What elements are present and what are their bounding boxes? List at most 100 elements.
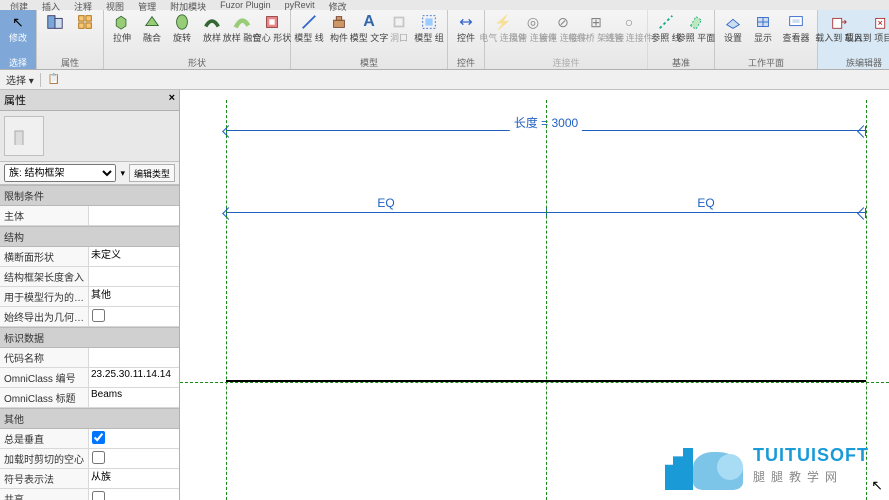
property-value[interactable]: [88, 368, 179, 387]
type-properties-button[interactable]: [71, 12, 99, 56]
component-icon: [329, 12, 349, 32]
dimension-eq-text[interactable]: EQ: [693, 196, 718, 210]
property-row: OmniClass 标题: [0, 388, 179, 408]
property-input[interactable]: [91, 268, 177, 279]
drawing-canvas[interactable]: 长度 = 3000 EQ EQ TUITUISOFT 腿腿教学网 ↖: [180, 90, 889, 500]
property-value[interactable]: [88, 469, 179, 488]
property-value[interactable]: [88, 388, 179, 407]
modify-button[interactable]: ↖ 修改: [4, 12, 32, 56]
tab-item[interactable]: pyRevit: [279, 0, 321, 10]
viewer-button[interactable]: 查看器: [779, 12, 813, 56]
close-icon[interactable]: ×: [169, 92, 175, 108]
pipe-icon: ⊘: [553, 12, 573, 32]
property-value[interactable]: [88, 307, 179, 326]
text-icon: A: [359, 12, 379, 32]
property-input[interactable]: [91, 389, 177, 400]
revolve-button[interactable]: 旋转: [168, 12, 196, 56]
conduit-icon: ○: [619, 12, 639, 32]
property-value[interactable]: [88, 429, 179, 448]
extrusion-icon: [112, 12, 132, 32]
property-name: 共享: [0, 489, 88, 500]
type-preview: [0, 111, 179, 161]
cable-icon: ⊞: [586, 12, 606, 32]
reference-plane[interactable]: [180, 382, 889, 383]
property-category[interactable]: 标识数据: [0, 327, 179, 348]
property-checkbox[interactable]: [92, 309, 105, 322]
property-name: OmniClass 编号: [0, 368, 88, 387]
family-select[interactable]: 族: 结构框架: [4, 164, 116, 182]
show-button[interactable]: 显示: [749, 12, 777, 56]
property-value[interactable]: [88, 247, 179, 266]
tab-item[interactable]: 视图: [100, 0, 130, 10]
model-text-button[interactable]: A模型 文字: [355, 12, 383, 56]
ref-plane-button[interactable]: 参照 平面: [682, 12, 710, 56]
reference-plane[interactable]: [546, 100, 547, 500]
group-label: 控件: [457, 56, 475, 70]
property-checkbox[interactable]: [92, 431, 105, 444]
properties-button[interactable]: [41, 12, 69, 56]
element-line[interactable]: [226, 380, 866, 382]
tab-item[interactable]: 修改: [323, 0, 353, 10]
clipboard-icon[interactable]: 📋: [47, 73, 61, 87]
property-input[interactable]: [91, 470, 177, 481]
ribbon-group-connectors: ⚡电气 连接件 ◎风管 连接件 ⊘管道 连接件 ⊞电缆桥 架连接 ○线管 连接件…: [485, 10, 648, 69]
ribbon-group-workplane: 设置 显示 查看器 工作平面: [715, 10, 818, 69]
property-name: 结构框架长度舍入: [0, 267, 88, 286]
revolve-icon: [172, 12, 192, 32]
property-value[interactable]: [88, 348, 179, 367]
property-checkbox[interactable]: [92, 491, 105, 500]
group-label: 属性: [61, 56, 79, 70]
tab-item[interactable]: 创建: [4, 0, 34, 10]
properties-icon: [45, 12, 65, 32]
ribbon-group-properties: 属性: [37, 10, 104, 69]
mouse-cursor-icon: ↖: [871, 477, 883, 494]
blend-icon: [142, 12, 162, 32]
tab-item[interactable]: Fuzor Plugin: [214, 0, 277, 10]
tab-item[interactable]: 附加模块: [164, 0, 212, 10]
tab-item[interactable]: 管理: [132, 0, 162, 10]
tab-item[interactable]: 插入: [36, 0, 66, 10]
property-input[interactable]: [91, 349, 177, 360]
grid-icon: [75, 12, 95, 32]
dimension-eq-text[interactable]: EQ: [373, 196, 398, 210]
tab-item[interactable]: 注释: [68, 0, 98, 10]
property-value[interactable]: [88, 287, 179, 306]
property-row: 加载时剪切的空心: [0, 449, 179, 469]
ref-plane-icon: [686, 12, 706, 32]
blend-button[interactable]: 融合: [138, 12, 166, 56]
property-category[interactable]: 限制条件: [0, 185, 179, 206]
property-value[interactable]: [88, 267, 179, 286]
property-value[interactable]: [88, 206, 179, 225]
ribbon-group-shape: 拉伸 融合 旋转 放样 放样 融合 空心 形状 形状: [104, 10, 291, 69]
plug-icon: ⚡: [493, 12, 513, 32]
separator: [40, 73, 41, 87]
control-button[interactable]: 控件: [452, 12, 480, 56]
viewer-icon: [786, 12, 806, 32]
model-line-button[interactable]: 模型 线: [295, 12, 323, 56]
property-input[interactable]: [91, 207, 177, 218]
property-input[interactable]: [91, 248, 177, 259]
group-icon: [419, 12, 439, 32]
model-group-button[interactable]: 模型 组: [415, 12, 443, 56]
extrusion-button[interactable]: 拉伸: [108, 12, 136, 56]
properties-table[interactable]: 限制条件主体结构横断面形状结构框架长度舍入用于模型行为的材质始终导出为几何图形标…: [0, 185, 179, 500]
property-input[interactable]: [91, 288, 177, 299]
set-button[interactable]: 设置: [719, 12, 747, 56]
property-category[interactable]: 其他: [0, 408, 179, 429]
opening-button[interactable]: 洞口: [385, 12, 413, 56]
load-close-button[interactable]: 载入到 项目并关闭: [858, 12, 889, 56]
property-row: 符号表示法: [0, 469, 179, 489]
edit-type-button[interactable]: 编辑类型: [129, 164, 175, 182]
property-input[interactable]: [91, 369, 177, 380]
property-value[interactable]: [88, 449, 179, 468]
void-button[interactable]: 空心 形状: [258, 12, 286, 56]
reference-plane[interactable]: [226, 100, 227, 500]
duct-icon: ◎: [523, 12, 543, 32]
property-value[interactable]: [88, 489, 179, 500]
property-category[interactable]: 结构: [0, 226, 179, 247]
property-checkbox[interactable]: [92, 451, 105, 464]
group-label: 选择: [9, 56, 27, 70]
property-name: 代码名称: [0, 348, 88, 367]
ribbon-group-model: 模型 线 构件 A模型 文字 洞口 模型 组 模型: [291, 10, 448, 69]
group-label: 基准: [672, 56, 690, 70]
